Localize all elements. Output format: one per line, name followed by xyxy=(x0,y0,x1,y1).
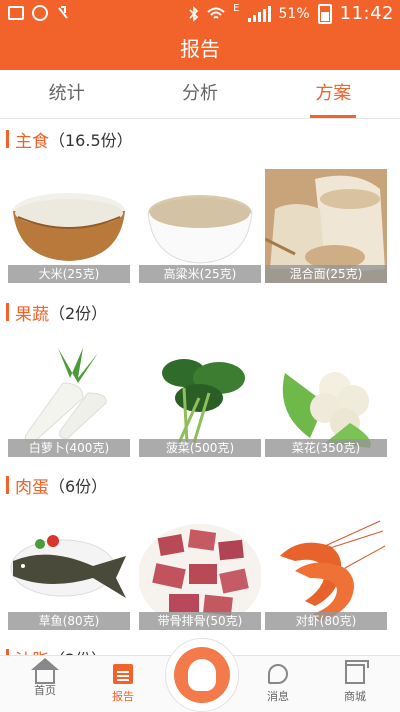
section-marker xyxy=(6,476,9,494)
section-name: 果蔬 xyxy=(15,304,49,325)
center-button-bg xyxy=(174,647,230,703)
clock: 11:42 xyxy=(339,3,394,24)
center-action-button[interactable] xyxy=(165,638,239,712)
tab-bar-item-shop[interactable]: 商城 xyxy=(320,660,390,704)
section-header: 主食 （16.5份） xyxy=(0,124,400,154)
status-bar: E 51% 11:42 xyxy=(0,0,400,28)
food-label: 对虾(80克) xyxy=(265,612,387,630)
tab-label: 统计 xyxy=(48,83,85,104)
tab-label: 方案 xyxy=(315,83,352,104)
message-icon xyxy=(268,664,288,684)
wifi-icon xyxy=(207,7,225,19)
network-type: E xyxy=(233,3,240,14)
report-icon xyxy=(113,664,133,684)
section-amount: （2份） xyxy=(49,646,107,655)
section-fruit-veg: 果蔬 （2份） xyxy=(0,297,400,327)
section-header: 肉蛋 （6份） xyxy=(0,470,400,500)
mute-icon xyxy=(58,6,68,19)
food-grid: 大米(25克) 高粱米(25克) 混合面(25克) xyxy=(8,169,392,289)
tab-statistics[interactable]: 统计 xyxy=(0,70,133,118)
food-label: 白萝卜(400克) xyxy=(8,439,130,457)
food-grid: 白萝卜(400克) 菠菜(500克) 菜花(350克) xyxy=(8,343,392,463)
app-bar: 报告 xyxy=(0,28,400,70)
battery-icon xyxy=(317,3,332,24)
section-name: 肉蛋 xyxy=(15,477,49,498)
food-card[interactable]: 大米(25克) xyxy=(8,169,130,283)
food-label: 混合面(25克) xyxy=(265,265,387,283)
tab-bar-label: 报告 xyxy=(112,690,134,703)
food-label: 菠菜(500克) xyxy=(139,439,261,457)
food-label: 带骨排骨(50克) xyxy=(139,612,261,630)
food-card[interactable]: 菠菜(500克) xyxy=(139,343,261,457)
image-icon xyxy=(8,6,24,20)
food-label: 草鱼(80克) xyxy=(8,612,130,630)
section-header: 果蔬 （2份） xyxy=(0,297,400,327)
section-marker xyxy=(6,303,9,321)
tab-analysis[interactable]: 分析 xyxy=(133,70,266,118)
bluetooth-icon xyxy=(189,5,199,22)
tab-bar-label: 商城 xyxy=(344,690,366,703)
tab-label: 分析 xyxy=(181,83,218,104)
food-label: 高粱米(25克) xyxy=(139,265,261,283)
food-card[interactable]: 混合面(25克) xyxy=(265,169,387,283)
food-label: 大米(25克) xyxy=(8,265,130,283)
food-card[interactable]: 高粱米(25克) xyxy=(139,169,261,283)
section-name: 主食 xyxy=(15,131,49,152)
section-amount: （16.5份） xyxy=(49,131,133,150)
home-icon xyxy=(31,658,59,684)
tab-bar-label: 首页 xyxy=(34,684,56,697)
weather-icon xyxy=(32,5,48,21)
section-staple: 主食 （16.5份） xyxy=(0,124,400,154)
section-amount: （2份） xyxy=(49,304,108,323)
tab-bar-item-messages[interactable]: 消息 xyxy=(243,664,313,704)
food-card[interactable]: 草鱼(80克) xyxy=(8,516,130,630)
page-title: 报告 xyxy=(180,37,220,61)
signal-icon xyxy=(247,5,271,22)
tab-bar-label: 消息 xyxy=(267,690,289,703)
tab-bar-item-report[interactable]: 报告 xyxy=(88,664,158,704)
tab-plan[interactable]: 方案 xyxy=(267,70,400,118)
food-card[interactable]: 对虾(80克) xyxy=(265,516,387,630)
bulb-icon xyxy=(188,659,216,691)
section-meat-egg: 肉蛋 （6份） xyxy=(0,470,400,500)
food-card[interactable]: 菜花(350克) xyxy=(265,343,387,457)
tab-underline xyxy=(310,115,357,118)
food-card[interactable]: 带骨排骨(50克) xyxy=(139,516,261,630)
shop-icon xyxy=(345,660,369,684)
tab-strip: 统计 分析 方案 xyxy=(0,70,400,119)
food-grid: 草鱼(80克) 带骨排骨(50克) 对虾(80克) xyxy=(8,516,392,636)
battery-percent: 51% xyxy=(278,5,310,22)
food-label: 菜花(350克) xyxy=(265,439,387,457)
section-amount: （6份） xyxy=(49,477,108,496)
tab-bar-item-home[interactable]: 首页 xyxy=(10,658,80,698)
section-marker xyxy=(6,130,9,148)
section-name: 油脂 xyxy=(15,646,49,656)
food-card[interactable]: 白萝卜(400克) xyxy=(8,343,130,457)
